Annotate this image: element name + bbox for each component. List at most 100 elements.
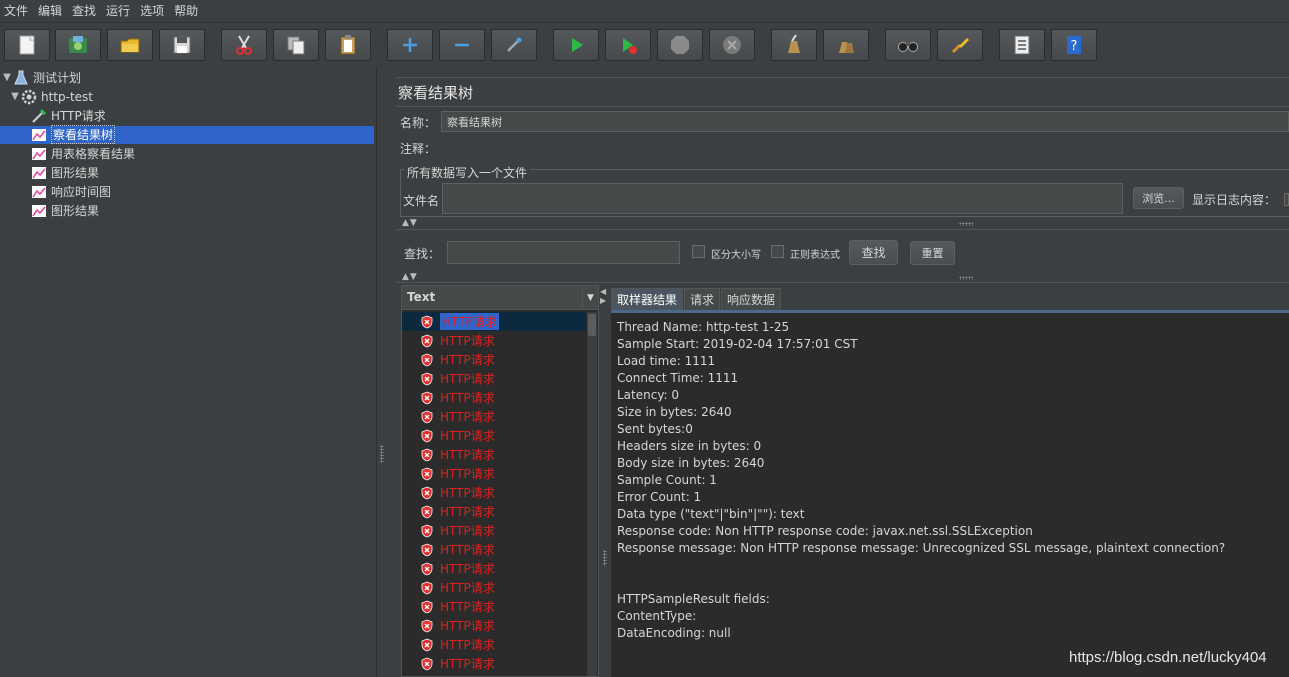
table-row[interactable]: HTTP请求 — [402, 597, 586, 616]
results-scrollbar[interactable] — [587, 312, 597, 676]
tree-node-thread-group[interactable]: ▼ http-test — [10, 87, 93, 106]
search-label: 查找： — [404, 247, 441, 261]
menu-run[interactable]: 运行 — [102, 0, 136, 23]
table-row[interactable]: HTTP请求 — [402, 388, 586, 407]
case-sensitive-label: 区分大小写 — [711, 250, 761, 261]
search-input[interactable] — [447, 241, 680, 264]
collapse-all-button[interactable] — [439, 29, 485, 61]
table-row[interactable]: HTTP请求 — [402, 445, 586, 464]
result-label: HTTP请求 — [440, 467, 495, 481]
tree-node-graph-results[interactable]: 图形结果 — [30, 163, 99, 182]
tree-label: 图形结果 — [51, 204, 100, 218]
reset-button[interactable]: 重置 — [910, 241, 955, 265]
main-split-divider[interactable] — [376, 67, 388, 677]
menu-options[interactable]: 选项 — [136, 0, 170, 23]
table-row[interactable]: HTTP请求 — [402, 502, 586, 521]
name-input[interactable] — [441, 111, 1289, 132]
help-button[interactable]: ? — [1051, 29, 1097, 61]
paste-button[interactable] — [325, 29, 371, 61]
tree-node-table-results[interactable]: 用表格察看结果 — [30, 144, 135, 163]
tree-node-response-time-graph[interactable]: 响应时间图 — [30, 182, 111, 201]
toolbar: ? — [0, 24, 1289, 66]
table-row[interactable]: HTTP请求 — [402, 426, 586, 445]
table-row[interactable]: HTTP请求 — [402, 331, 586, 350]
results-rows: HTTP请求 HTTP请求 HTTP请求 HTTP请求 HTTP请求 HTTP请求 HTTP… — [402, 312, 586, 676]
tree-label: 测试计划 — [33, 71, 82, 85]
result-line: Data type ("text"|"bin"|""): text — [617, 507, 805, 521]
copy-button[interactable] — [273, 29, 319, 61]
table-row[interactable]: HTTP请求 — [402, 559, 586, 578]
search-icon — [898, 42, 918, 52]
menu-file[interactable]: 文件 — [0, 0, 34, 23]
test-plan-tree: ▼ 测试计划 ▼ http-test HTTP请求 察看结果树 用表格察看结果 — [0, 67, 376, 677]
tab-request[interactable]: 请求 — [684, 288, 721, 310]
table-row[interactable]: HTTP请求 — [402, 483, 586, 502]
function-helper-button[interactable] — [999, 29, 1045, 61]
error-shield-icon — [420, 334, 434, 348]
tree-node-test-plan[interactable]: ▼ 测试计划 — [2, 68, 81, 87]
file-section-legend: 所有数据写入一个文件 — [404, 164, 531, 181]
results-split-divider[interactable] — [599, 285, 611, 677]
table-row[interactable]: HTTP请求 — [402, 312, 586, 331]
case-sensitive-checkbox[interactable] — [692, 245, 705, 258]
new-button[interactable] — [4, 29, 50, 61]
menu-bar: 文件 编辑 查找 运行 选项 帮助 — [0, 0, 1289, 23]
table-row[interactable]: HTTP请求 — [402, 350, 586, 369]
clear-button[interactable] — [771, 29, 817, 61]
table-row[interactable]: HTTP请求 — [402, 540, 586, 559]
filename-input[interactable] — [442, 183, 1123, 214]
save-button[interactable] — [159, 29, 205, 61]
listener-icon — [30, 145, 48, 163]
browse-button[interactable]: 浏览... — [1133, 187, 1184, 209]
open-button[interactable] — [107, 29, 153, 61]
search-button[interactable] — [885, 29, 931, 61]
table-row[interactable]: HTTP请求 — [402, 578, 586, 597]
tree-node-graph-results-2[interactable]: 图形结果 — [30, 201, 99, 220]
renderer-select[interactable]: Text ▼ — [402, 286, 598, 310]
result-label: HTTP请求 — [440, 524, 495, 538]
table-row[interactable]: HTTP请求 — [402, 654, 586, 673]
templates-button[interactable] — [55, 29, 101, 61]
log-errors-checkbox[interactable] — [1284, 193, 1289, 206]
start-no-pause-button[interactable] — [605, 29, 651, 61]
regex-checkbox[interactable] — [771, 245, 784, 258]
resize-grip-icon[interactable] — [959, 276, 973, 280]
tab-sampler-result[interactable]: 取样器结果 — [611, 288, 684, 310]
start-button[interactable] — [553, 29, 599, 61]
table-row[interactable]: HTTP请求 — [402, 464, 586, 483]
tree-node-view-results-tree[interactable]: 察看结果树 — [30, 125, 116, 144]
chevron-down-icon[interactable]: ▼ — [582, 286, 598, 310]
find-button[interactable]: 查找 — [849, 240, 898, 265]
filename-label: 文件名 — [403, 194, 440, 208]
scroll-thumb[interactable] — [588, 314, 596, 336]
cut-button[interactable] — [221, 29, 267, 61]
reset-search-button[interactable] — [937, 29, 983, 61]
table-row[interactable]: HTTP请求 — [402, 616, 586, 635]
tree-node-http-request[interactable]: HTTP请求 — [30, 106, 106, 125]
shutdown-button[interactable] — [709, 29, 755, 61]
expand-all-button[interactable] — [387, 29, 433, 61]
table-row[interactable]: HTTP请求 — [402, 407, 586, 426]
table-row[interactable]: HTTP请求 — [402, 521, 586, 540]
result-line: Sample Start: 2019-02-04 17:57:01 CST — [617, 337, 858, 351]
start-icon — [572, 38, 583, 52]
resize-grip-icon[interactable] — [959, 222, 973, 226]
expand-arrow-icon[interactable]: ▼ — [2, 68, 12, 87]
divider-grip-icon — [603, 550, 607, 566]
tab-response-data[interactable]: 响应数据 — [721, 288, 782, 310]
collapse-arrows-icon[interactable]: ▲▼ — [402, 218, 418, 228]
menu-help[interactable]: 帮助 — [170, 0, 204, 23]
menu-edit[interactable]: 编辑 — [34, 0, 68, 23]
clear-all-button[interactable] — [823, 29, 869, 61]
menu-search[interactable]: 查找 — [68, 0, 102, 23]
table-row[interactable]: HTTP请求 — [402, 369, 586, 388]
collapse-arrows-icon[interactable]: ▲▼ — [402, 272, 418, 282]
sampler-result-text[interactable]: Thread Name: http-test 1-25 Sample Start:… — [611, 313, 1289, 677]
templates-icon — [69, 36, 87, 53]
expand-arrow-icon[interactable]: ▼ — [10, 87, 20, 106]
table-row[interactable]: HTTP请求 — [402, 635, 586, 654]
result-label: HTTP请求 — [440, 543, 495, 557]
stop-button[interactable] — [657, 29, 703, 61]
comment-input[interactable] — [433, 138, 1289, 155]
toggle-button[interactable] — [491, 29, 537, 61]
